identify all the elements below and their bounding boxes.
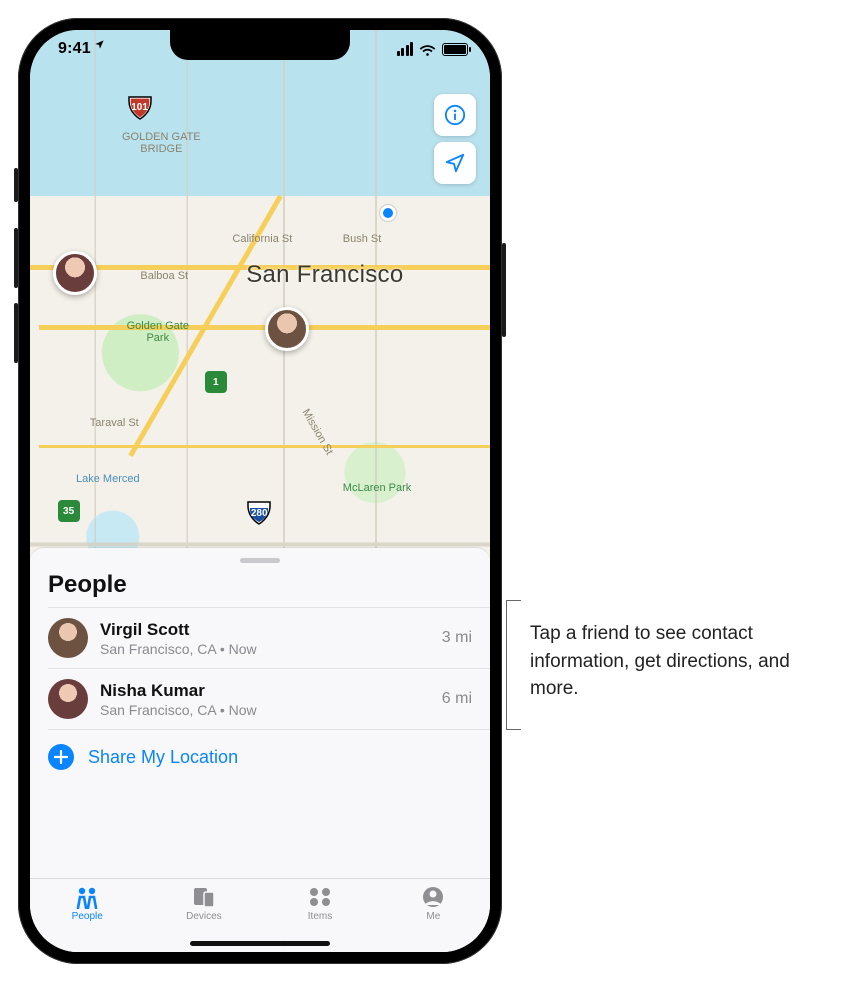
tab-devices[interactable]: Devices	[186, 885, 222, 922]
map-label: Lake Merced	[76, 473, 140, 485]
map-label: Mission St	[300, 407, 336, 457]
side-button	[14, 168, 18, 202]
map-label: GOLDEN GATEBRIDGE	[122, 131, 201, 155]
side-button	[14, 303, 18, 363]
highway-shield: 35	[58, 500, 80, 522]
notch	[170, 30, 350, 60]
wifi-icon	[419, 43, 436, 56]
person-map-pin[interactable]	[265, 307, 309, 351]
person-row[interactable]: Nisha Kumar San Francisco, CA • Now 6 mi	[48, 668, 490, 730]
plus-icon	[48, 744, 74, 770]
map-label: Taraval St	[90, 417, 139, 429]
tab-label: Items	[308, 911, 332, 922]
location-arrow-icon	[94, 39, 105, 53]
callout-bracket	[506, 600, 524, 730]
person-subtitle: San Francisco, CA • Now	[100, 641, 430, 657]
map-label: Bush St	[343, 233, 382, 245]
person-subtitle: San Francisco, CA • Now	[100, 702, 430, 718]
tab-label: Devices	[186, 911, 222, 922]
map-city-label: San Francisco	[246, 261, 403, 289]
battery-icon	[442, 43, 468, 56]
map-label: McLaren Park	[343, 482, 411, 494]
highway-shield: 1	[205, 371, 227, 393]
status-right	[397, 42, 469, 56]
sheet-grabber[interactable]	[240, 558, 280, 563]
current-location-dot[interactable]	[380, 205, 396, 221]
tab-people[interactable]: People	[72, 885, 103, 922]
tab-label: Me	[426, 911, 440, 922]
devices-icon	[189, 885, 219, 909]
map-locate-button[interactable]	[434, 142, 476, 184]
person-name: Virgil Scott	[100, 620, 430, 640]
cellular-icon	[397, 42, 414, 56]
status-time: 9:41	[58, 40, 91, 58]
tab-me[interactable]: Me	[418, 885, 448, 922]
phone-frame: 9:41 San Francisco GOLDEN GATEBRIDGE Gol…	[18, 18, 502, 964]
map-info-button[interactable]	[434, 94, 476, 136]
map-label: Balboa St	[140, 270, 188, 282]
person-distance: 3 mi	[442, 629, 472, 647]
person-name: Nisha Kumar	[100, 681, 430, 701]
highway-shield: 280	[246, 500, 272, 526]
screen: 9:41 San Francisco GOLDEN GATEBRIDGE Gol…	[30, 30, 490, 952]
people-icon	[72, 885, 102, 909]
side-button	[14, 228, 18, 288]
home-indicator[interactable]	[190, 941, 330, 946]
person-row[interactable]: Virgil Scott San Francisco, CA • Now 3 m…	[48, 607, 490, 668]
highway-shield: 101	[127, 95, 153, 121]
me-icon	[418, 885, 448, 909]
share-location-label: Share My Location	[88, 747, 238, 768]
person-distance: 6 mi	[442, 690, 472, 708]
callout-text: Tap a friend to see contact information,…	[530, 620, 830, 703]
tab-items[interactable]: Items	[305, 885, 335, 922]
map-label: California St	[232, 233, 292, 245]
map-label: Golden GatePark	[127, 320, 189, 344]
side-button	[502, 243, 506, 337]
tab-label: People	[72, 911, 103, 922]
items-icon	[305, 885, 335, 909]
avatar	[48, 618, 88, 658]
avatar	[48, 679, 88, 719]
people-sheet[interactable]: People Virgil Scott San Francisco, CA • …	[30, 548, 490, 878]
people-list: Virgil Scott San Francisco, CA • Now 3 m…	[30, 607, 490, 730]
share-location-button[interactable]: Share My Location	[30, 730, 490, 780]
sheet-title: People	[30, 571, 490, 607]
person-map-pin[interactable]	[53, 251, 97, 295]
